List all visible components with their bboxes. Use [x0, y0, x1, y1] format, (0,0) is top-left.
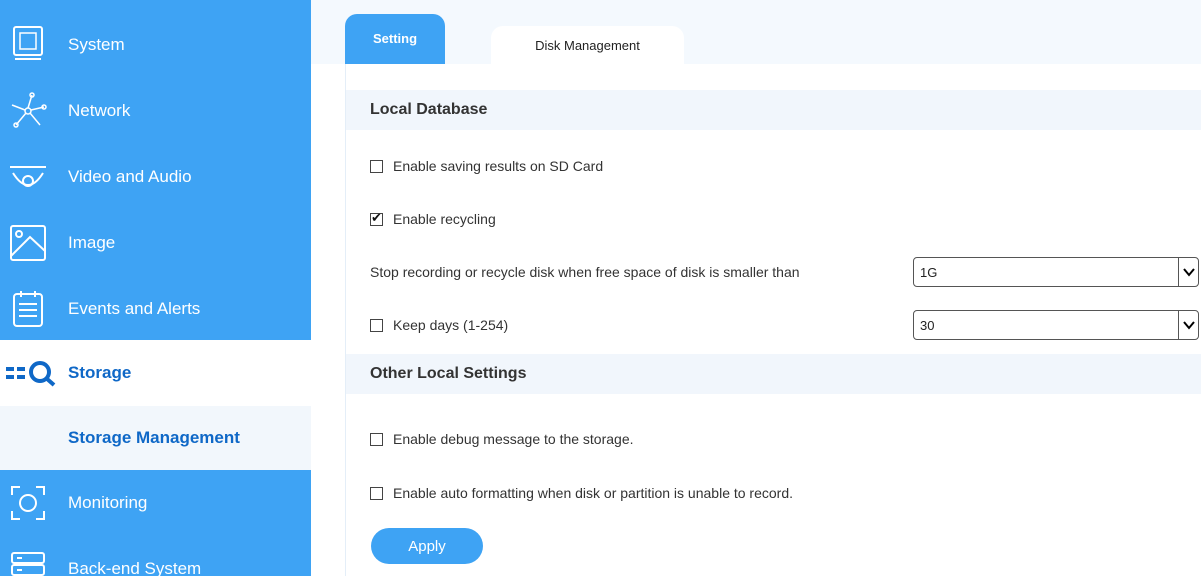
sidebar-item-image[interactable]: Image	[0, 210, 311, 276]
events-icon	[8, 289, 48, 329]
sidebar-item-label: Video and Audio	[68, 167, 192, 186]
keep-days-label: Keep days (1-254)	[393, 317, 509, 333]
section-title-local-database: Local Database	[346, 90, 1201, 130]
recycling-label: Enable recycling	[393, 211, 496, 227]
auto-format-row: Enable auto formatting when disk or part…	[370, 483, 793, 503]
image-icon	[8, 223, 48, 263]
chevron-down-icon	[1178, 258, 1198, 286]
sidebar-item-label: System	[68, 35, 125, 54]
free-space-select[interactable]: 1G	[913, 257, 1199, 287]
debug-row: Enable debug message to the storage.	[370, 429, 634, 449]
sidebar-item-label: Network	[68, 101, 131, 120]
save-sd-row: Enable saving results on SD Card	[370, 156, 603, 176]
save-sd-checkbox[interactable]	[370, 159, 383, 173]
stop-recording-text: Stop recording or recycle disk when free…	[370, 264, 800, 280]
sidebar-item-label: Storage	[68, 363, 132, 382]
recycling-row: Enable recycling	[370, 209, 496, 229]
keep-days-checkbox[interactable]	[370, 318, 383, 332]
save-sd-label: Enable saving results on SD Card	[393, 158, 604, 174]
system-icon	[8, 25, 48, 65]
sidebar-item-label: Monitoring	[68, 493, 148, 512]
keep-days-value: 30	[920, 317, 935, 333]
chevron-down-icon	[1178, 311, 1198, 339]
free-space-value: 1G	[920, 264, 938, 280]
sidebar-item-video-audio[interactable]: Video and Audio	[0, 144, 311, 210]
tab-setting[interactable]: Setting	[345, 14, 445, 64]
settings-content: Local Database Enable saving results on …	[345, 64, 1201, 576]
camera-icon	[8, 157, 48, 197]
section-title-other-settings: Other Local Settings	[346, 354, 1201, 394]
monitoring-icon	[8, 483, 48, 523]
keep-days-row: Keep days (1-254)	[370, 315, 508, 335]
keep-days-select[interactable]: 30	[913, 310, 1199, 340]
sidebar-item-backend-system[interactable]: Back-end System	[0, 536, 311, 576]
sidebar: System Network Video and Audio Image Eve…	[0, 0, 311, 576]
tab-bar: Setting Disk Management	[311, 0, 1201, 64]
sidebar-item-label: Events and Alerts	[68, 299, 201, 318]
apply-button[interactable]: Apply	[371, 528, 483, 564]
auto-format-label: Enable auto formatting when disk or part…	[393, 485, 794, 501]
network-icon	[8, 91, 48, 131]
sidebar-item-monitoring[interactable]: Monitoring	[0, 470, 311, 536]
sidebar-item-system[interactable]: System	[0, 12, 311, 78]
backend-icon	[8, 549, 48, 576]
storage-icon	[4, 353, 64, 393]
tab-disk-management[interactable]: Disk Management	[491, 26, 684, 64]
sidebar-item-label: Image	[68, 233, 116, 252]
sidebar-item-network[interactable]: Network	[0, 78, 311, 144]
sidebar-item-label: Back-end System	[68, 559, 202, 576]
recycling-checkbox[interactable]	[370, 211, 383, 226]
sidebar-subitem-storage-management[interactable]: Storage Management	[0, 406, 311, 470]
auto-format-checkbox[interactable]	[370, 486, 383, 500]
stop-recording-label: Stop recording or recycle disk when free…	[370, 262, 800, 282]
debug-label: Enable debug message to the storage.	[393, 431, 634, 447]
debug-checkbox[interactable]	[370, 432, 383, 446]
main-panel: Setting Disk Management Local Database E…	[311, 0, 1201, 576]
sidebar-item-storage[interactable]: Storage	[0, 340, 311, 406]
sidebar-item-events-alerts[interactable]: Events and Alerts	[0, 276, 311, 342]
